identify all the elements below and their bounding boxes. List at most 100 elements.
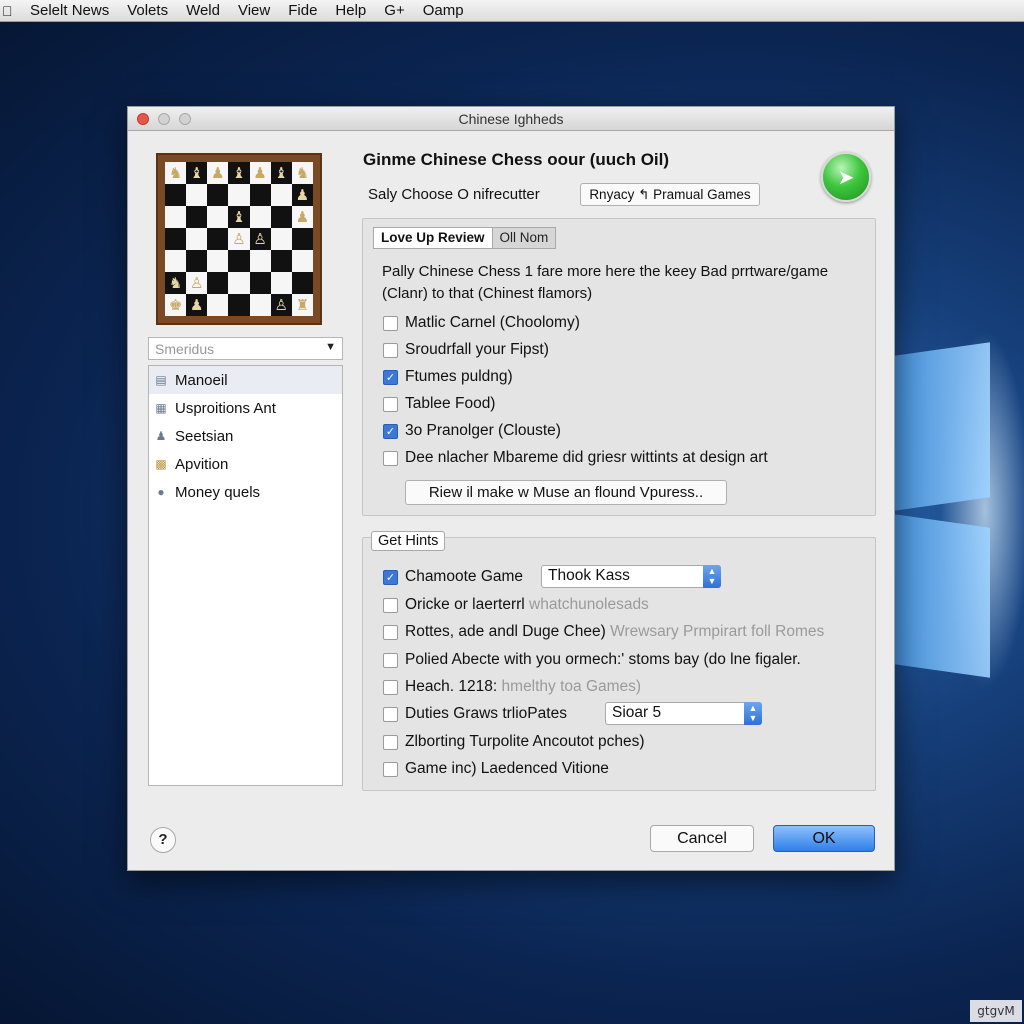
checkbox[interactable]	[383, 652, 398, 668]
checkbox-label: Heach. 1218:	[405, 678, 498, 695]
dialog-titlebar[interactable]: Chinese Ighheds	[128, 107, 894, 131]
menu-item-g-plus[interactable]: G+	[384, 2, 404, 19]
checkbox-label-ghost: whatchunolesads	[529, 596, 649, 613]
list-item-label: Manoeil	[175, 371, 228, 389]
cancel-button[interactable]: Cancel	[650, 825, 754, 852]
category-dropdown-value: Smeridus	[155, 341, 215, 357]
checkbox-label: Polied Abecte with you ormech:' stoms ba…	[405, 651, 801, 668]
option-pranolger[interactable]: ✓ 3o Pranolger (Clouste)	[383, 422, 561, 440]
checkbox-checked[interactable]: ✓	[383, 423, 398, 439]
option-tablee-food[interactable]: Tablee Food)	[383, 395, 495, 413]
help-button[interactable]: ?	[150, 827, 176, 853]
board-square: ♟	[291, 184, 313, 206]
hint-oricke[interactable]: Oricke or laerterrl whatchunolesads	[383, 596, 649, 614]
checkbox-label: Matlic Carnel (Choolomy)	[405, 314, 580, 331]
hint-polied[interactable]: Polied Abecte with you ormech:' stoms ba…	[383, 651, 801, 669]
checkbox[interactable]	[383, 734, 398, 750]
list-item-label: Usproitions Ant	[175, 399, 276, 417]
menu-item-selelt-news[interactable]: Selelt News	[30, 2, 109, 19]
board-square	[270, 272, 292, 294]
list-item-apvition[interactable]: ▩ Apvition	[149, 450, 342, 478]
checkbox[interactable]	[383, 315, 398, 331]
checkbox-checked[interactable]: ✓	[383, 369, 398, 385]
checkbox-label-ghost: Wrewsary Prmpirart foll Romes	[610, 623, 825, 640]
chess-settings-dialog: Chinese Ighheds ♞ ♝ ♟ ♝ ♟ ♝ ♞ ♟ ♝ ♟ ♙ ♙ ♞ ♙ ♚ ♟ ♙ ♜ Smeri…	[127, 106, 895, 871]
list-item-usproitions[interactable]: ▦ Usproitions Ant	[149, 394, 342, 422]
option-matlic-carnel[interactable]: Matlic Carnel (Choolomy)	[383, 314, 580, 332]
board-square	[186, 250, 208, 272]
checkbox-label-ghost: hmelthy toa Games)	[501, 678, 642, 695]
list-item-manoeil[interactable]: ▤ Manoeil	[149, 366, 342, 394]
checkbox[interactable]	[383, 342, 398, 358]
board-square: ♟	[249, 162, 271, 184]
checkbox[interactable]	[383, 706, 398, 722]
board-square: ♟	[291, 206, 313, 228]
checkbox[interactable]	[383, 450, 398, 466]
option-ftumes[interactable]: ✓ Ftumes puldng)	[383, 368, 513, 386]
option-sroudrfall[interactable]: Sroudrfall your Fipst)	[383, 341, 549, 359]
hint-rottes[interactable]: Rottes, ade andl Duge Chee) Wrewsary Prm…	[383, 623, 824, 641]
board-square	[165, 184, 187, 206]
option-dee-nlacher[interactable]: Dee nlacher Mbareme did griesr wittints …	[383, 449, 768, 467]
dialog-title: Chinese Ighheds	[458, 111, 564, 127]
green-go-arrow-icon[interactable]: ➤	[821, 152, 871, 202]
checkbox-checked[interactable]: ✓	[383, 569, 398, 585]
board-square	[270, 184, 292, 206]
board-square	[291, 272, 313, 294]
updown-stepper-icon: ▲ ▼	[744, 702, 762, 725]
board-square	[207, 228, 229, 250]
checkbox[interactable]	[383, 679, 398, 695]
board-square: ♞	[165, 162, 187, 184]
hint-chamoote-game[interactable]: ✓ Chamoote Game	[383, 568, 523, 586]
chess-board-grid: ♞ ♝ ♟ ♝ ♟ ♝ ♞ ♟ ♝ ♟ ♙ ♙ ♞ ♙ ♚ ♟ ♙ ♜	[165, 162, 313, 316]
menu-item-volets[interactable]: Volets	[127, 2, 168, 19]
folder-icon: ▩	[155, 457, 167, 471]
board-square	[165, 250, 187, 272]
checkbox[interactable]	[383, 597, 398, 613]
menu-item-oamp[interactable]: Oamp	[423, 2, 464, 19]
list-item-money-quels[interactable]: ● Money quels	[149, 478, 342, 506]
board-square	[228, 272, 250, 294]
tab-oll-nom[interactable]: Oll Nom	[491, 228, 556, 248]
windows-logo-pane-top	[880, 342, 990, 513]
menu-item-help[interactable]: Help	[335, 2, 366, 19]
review-action-button[interactable]: Riew il make w Muse an flound Vpuress..	[405, 480, 727, 505]
checkbox-label: Chamoote Game	[405, 568, 524, 585]
board-square	[249, 250, 271, 272]
tab-love-up-review[interactable]: Love Up Review	[374, 228, 492, 248]
menu-item-weld[interactable]: Weld	[186, 2, 220, 19]
ok-button[interactable]: OK	[773, 825, 875, 852]
hint-duties[interactable]: Duties Graws trlioPates	[383, 705, 567, 723]
board-square	[291, 228, 313, 250]
checkbox-label: Game inc) Laedenced Vitione	[405, 760, 609, 777]
level-select-value: Sioar 5	[612, 704, 662, 721]
hint-heach[interactable]: Heach. 1218: hmelthy toa Games)	[383, 678, 641, 696]
pramual-games-button[interactable]: Rnyacy ↰ Pramual Games	[580, 183, 760, 206]
board-square: ♝	[270, 162, 292, 184]
board-square	[270, 206, 292, 228]
menu-item-view[interactable]: View	[238, 2, 270, 19]
level-select-popup[interactable]: Sioar 5 ▲ ▼	[605, 702, 762, 725]
game-select-popup[interactable]: Thook Kass ▲ ▼	[541, 565, 721, 588]
checkbox[interactable]	[383, 624, 398, 640]
board-square	[228, 250, 250, 272]
apple-icon[interactable]: 	[2, 3, 16, 19]
dialog-subline: Saly Choose O nifrecutter	[368, 186, 540, 203]
category-dropdown[interactable]: Smeridus ▼	[148, 337, 343, 360]
hint-zlborting[interactable]: Zlborting Turpolite Ancoutot pches)	[383, 733, 645, 751]
menu-item-fide[interactable]: Fide	[288, 2, 317, 19]
board-square: ♙	[228, 228, 250, 250]
checkbox[interactable]	[383, 761, 398, 777]
checkbox[interactable]	[383, 396, 398, 412]
board-square	[186, 206, 208, 228]
updown-stepper-icon: ▲ ▼	[703, 565, 721, 588]
board-square	[207, 250, 229, 272]
board-square	[270, 250, 292, 272]
review-description: Pally Chinese Chess 1 fare more here the…	[382, 261, 852, 305]
get-hints-group: Get Hints ✓ Chamoote Game Thook Kass ▲ ▼ …	[362, 531, 876, 791]
hint-game-inc[interactable]: Game inc) Laedenced Vitione	[383, 760, 609, 778]
coin-icon: ●	[157, 485, 165, 499]
list-item-seetsian[interactable]: ♟ Seetsian	[149, 422, 342, 450]
person-icon: ♟	[155, 429, 167, 443]
board-square	[207, 206, 229, 228]
